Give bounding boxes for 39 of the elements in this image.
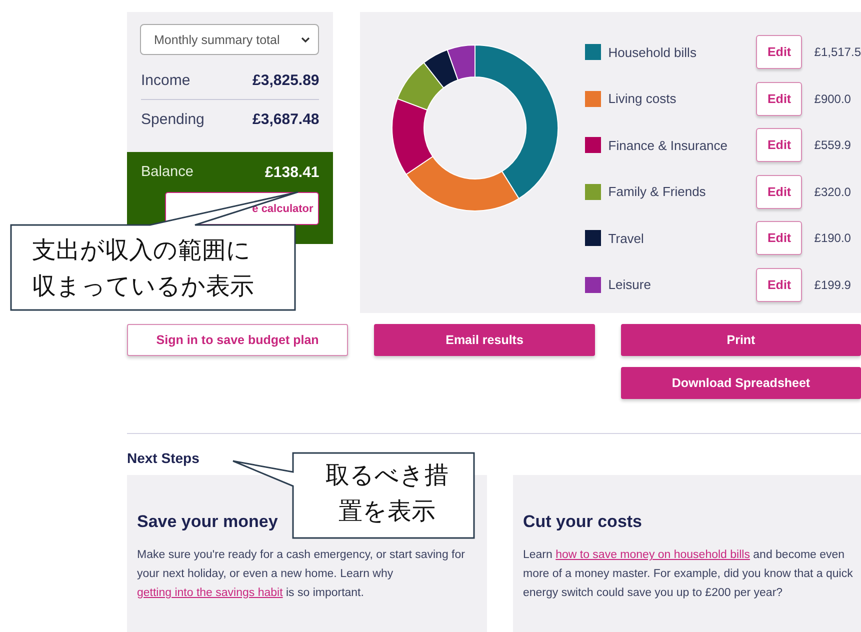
summary-label: Spending [141,110,204,128]
period-select[interactable]: Monthly summary total [140,24,320,55]
callout-text: 支出が収入の範囲に収まっているか表示 [32,235,254,302]
balance-label: Balance [141,164,194,181]
edit-button[interactable]: Edit [756,221,802,256]
edit-button[interactable]: Edit [756,35,802,70]
category-amount: £190.0 [814,231,851,246]
email-button[interactable]: Email results [374,324,595,356]
card-title: Cut your costs [523,512,644,532]
summary-amount: £3,687.48 [252,110,320,128]
edit-button[interactable]: Edit [756,128,802,162]
category-amount: £1,517.5 [814,45,861,60]
legend-label: Household bills [608,44,698,60]
legend-label: Leisure [608,277,652,292]
sign-in-button[interactable]: Sign in to save budget plan [127,324,348,356]
donut-slice [424,49,459,88]
category-amount: £900.0 [814,92,851,106]
legend-label: Family & Friends [608,184,707,200]
print-button[interactable]: Print [621,324,861,356]
text-link[interactable]: getting into the savings habit [137,587,283,599]
text-link[interactable]: how to save money on household bills [556,549,750,561]
legend-label: Finance & Insurance [608,138,729,153]
chevron-icon [301,36,310,42]
edit-button[interactable]: Edit [756,268,802,302]
legend-label: Living costs [608,91,678,106]
legend-label: Travel [608,230,645,246]
download-button[interactable]: Download Spreadsheet [621,367,861,399]
card-text: Make sure you're ready for a cash emergency, or start saving for your next holiday, or even a new home. Learn why getting into the savings habit is so important. [137,548,466,601]
summary-amount: £3,825.89 [252,72,320,88]
balance-amount: £138.41 [265,164,320,181]
summary-label: Income [141,72,190,88]
category-amount: £320.0 [814,184,851,199]
category-amount: £199.9 [814,278,851,292]
callout-text: 取るべき措置を表示 [324,460,450,527]
category-amount: £559.9 [814,138,851,152]
edit-button[interactable]: Edit [756,174,802,209]
card-text: Learn how to save money on household bills and become even more of a money master. For example, did you know that a quick energy switch could save you up to £200 per year? [523,548,854,601]
section-heading: Next Steps [127,450,200,466]
edit-button[interactable]: Edit [756,82,802,116]
